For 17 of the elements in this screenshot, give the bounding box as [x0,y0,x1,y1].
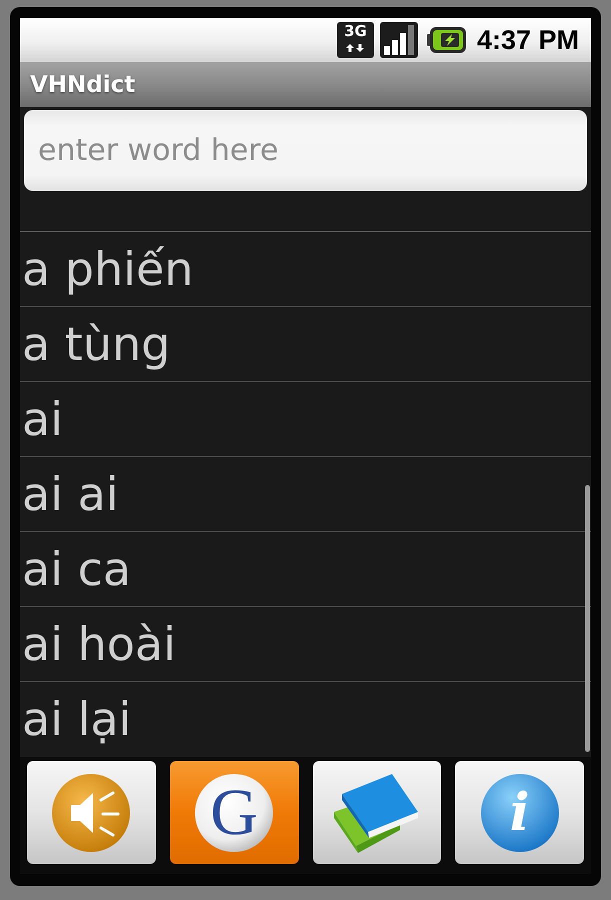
status-time: 4:37 PM [476,24,579,56]
network-type-icon: 3G [336,22,374,58]
speaker-icon [51,772,132,852]
signal-bars-icon [380,22,418,58]
dictionary-button[interactable] [312,761,442,864]
app-title: VHNdict [30,72,136,98]
word-list-item[interactable]: a tùng [20,307,591,382]
globe-sphere-icon [194,772,274,852]
battery-charging-icon [426,26,467,54]
word-list-item[interactable]: a phiến [20,232,591,307]
scrollbar-thumb[interactable] [585,485,590,752]
web-search-button[interactable]: G [170,761,298,864]
word-list-item[interactable]: ai lại [20,682,591,757]
speak-button[interactable] [27,761,156,864]
search-field[interactable]: enter word here [24,110,587,191]
word-list-item[interactable]: ai [20,382,591,457]
info-icon [480,772,560,852]
